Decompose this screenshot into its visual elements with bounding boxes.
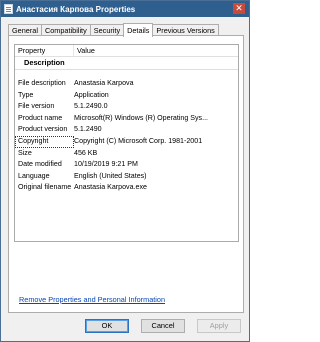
property-value: 5.1.2490 bbox=[74, 125, 102, 134]
details-list[interactable]: Property Value Description File descript… bbox=[14, 44, 239, 242]
table-row[interactable]: File description Anastasia Karpova bbox=[15, 78, 238, 90]
property-value: 10/19/2019 9:21 PM bbox=[74, 160, 138, 169]
properties-dialog: Анастасия Карпова Properties ✕ General C… bbox=[0, 0, 250, 342]
apply-button[interactable]: Apply bbox=[197, 319, 241, 333]
property-name: Product name bbox=[18, 113, 63, 122]
property-name: Copyright bbox=[15, 135, 74, 148]
table-row[interactable]: File version 5.1.2490.0 bbox=[15, 101, 238, 113]
remove-properties-link[interactable]: Remove Properties and Personal Informati… bbox=[19, 295, 165, 304]
property-value: English (United States) bbox=[74, 171, 147, 180]
property-value: Application bbox=[74, 90, 109, 99]
property-value: 5.1.2490.0 bbox=[74, 102, 108, 111]
property-name: Date modified bbox=[18, 160, 62, 169]
property-name: File description bbox=[18, 79, 66, 87]
property-value: Microsoft(R) Windows (R) Operating Sys..… bbox=[74, 113, 209, 122]
document-icon bbox=[4, 4, 13, 14]
column-header-property[interactable]: Property bbox=[15, 45, 74, 56]
property-name: Original filename bbox=[18, 183, 72, 192]
table-row[interactable]: Type Application bbox=[15, 90, 238, 102]
property-name: File version bbox=[18, 102, 55, 111]
table-row[interactable]: Copyright Copyright (C) Microsoft Corp. … bbox=[15, 135, 238, 148]
tab-strip: General Compatibility Security Details P… bbox=[8, 22, 219, 37]
close-icon[interactable]: ✕ bbox=[233, 3, 245, 14]
property-name: Language bbox=[18, 171, 50, 180]
property-value: Copyright (C) Microsoft Corp. 1981-2001 bbox=[74, 136, 203, 145]
table-row[interactable]: Language English (United States) bbox=[15, 171, 238, 183]
property-name: Size bbox=[18, 148, 32, 157]
tab-details[interactable]: Details bbox=[123, 23, 154, 37]
column-header-value[interactable]: Value bbox=[74, 45, 238, 56]
property-name: Type bbox=[18, 90, 34, 99]
table-row[interactable]: Original filename Anastasia Karpova.exe bbox=[15, 182, 238, 194]
table-row[interactable]: Product version 5.1.2490 bbox=[15, 124, 238, 136]
property-value: Anastasia Karpova.exe bbox=[74, 183, 147, 192]
property-value: Anastasia Karpova bbox=[74, 79, 134, 87]
title-bar[interactable]: Анастасия Карпова Properties ✕ bbox=[1, 1, 249, 17]
table-row[interactable]: Size 456 KB bbox=[15, 148, 238, 160]
details-panel: Property Value Description File descript… bbox=[8, 35, 244, 313]
window-title: Анастасия Карпова Properties bbox=[16, 4, 136, 14]
cancel-button[interactable]: Cancel bbox=[141, 319, 185, 333]
property-name: Product version bbox=[18, 125, 68, 134]
group-header-description: Description bbox=[15, 57, 238, 70]
table-row[interactable]: Product name Microsoft(R) Windows (R) Op… bbox=[15, 113, 238, 125]
list-header: Property Value bbox=[15, 45, 238, 57]
dialog-buttons: OK Cancel Apply bbox=[1, 319, 251, 335]
property-value: 456 KB bbox=[74, 148, 98, 157]
table-row[interactable]: Date modified 10/19/2019 9:21 PM bbox=[15, 159, 238, 171]
ok-button[interactable]: OK bbox=[85, 319, 129, 333]
